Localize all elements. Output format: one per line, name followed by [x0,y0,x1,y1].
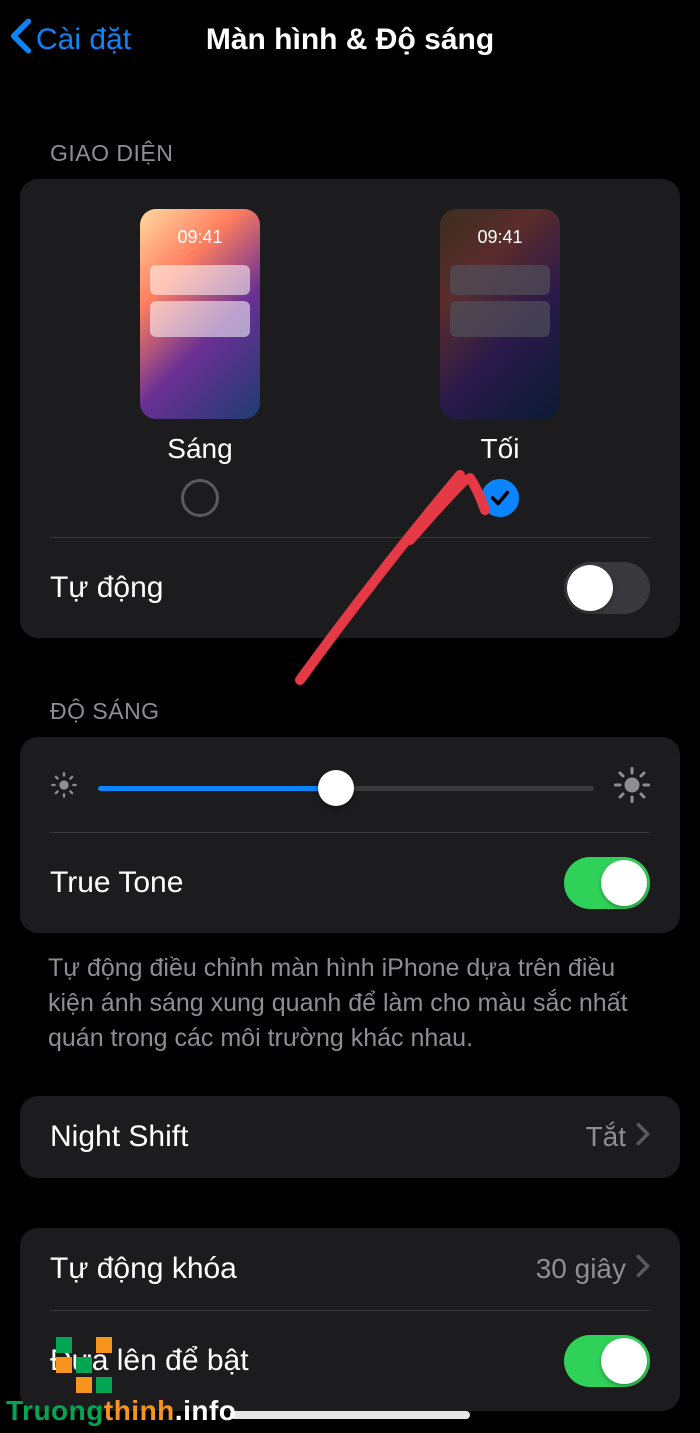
back-button[interactable]: Cài đặt [10,0,131,80]
brightness-slider[interactable] [98,770,594,806]
dark-option-label: Tối [481,433,520,465]
auto-lock-row[interactable]: Tự động khóa 30 giây [20,1228,680,1310]
preview-time: 09:41 [440,227,560,248]
night-shift-value: Tắt [586,1121,626,1153]
toggle-knob [567,565,613,611]
auto-lock-label: Tự động khóa [50,1252,237,1286]
preview-time: 09:41 [140,227,260,248]
notification-placeholder [450,301,550,337]
watermark: Truongthinh.info [6,1337,236,1427]
dark-preview: 09:41 [440,209,560,419]
true-tone-row: True Tone [20,833,680,933]
slider-fill [98,786,336,791]
auto-lock-value: 30 giây [536,1253,626,1285]
notification-placeholder [450,265,550,295]
notification-placeholder [150,301,250,337]
toggle-knob [601,1338,647,1384]
toggle-knob [601,860,647,906]
home-indicator [230,1411,470,1419]
nav-header: Cài đặt Màn hình & Độ sáng [0,0,700,80]
raise-to-wake-toggle[interactable] [564,1335,650,1387]
watermark-text: Truongthinh.info [6,1395,236,1427]
watermark-part1: Truong [6,1395,104,1426]
spacer [0,1178,700,1228]
back-label: Cài đặt [36,23,131,57]
automatic-toggle[interactable] [564,562,650,614]
chevron-right-icon [636,1121,650,1153]
dark-radio[interactable] [481,479,519,517]
light-preview: 09:41 [140,209,260,419]
light-radio[interactable] [181,479,219,517]
appearance-option-light[interactable]: 09:41 Sáng [100,209,300,517]
auto-lock-value-wrap: 30 giây [536,1253,650,1285]
sun-low-icon [50,771,78,804]
appearance-card: 09:41 Sáng 09:41 Tối Tự động [20,179,680,638]
chevron-left-icon [10,17,32,63]
watermark-part2: thinh [104,1395,175,1426]
true-tone-description: Tự động điều chỉnh màn hình iPhone dựa t… [0,933,700,1096]
sun-high-icon [614,767,650,808]
watermark-part3: .info [175,1395,237,1426]
brightness-slider-row [20,737,680,832]
slider-thumb[interactable] [318,770,354,806]
night-shift-row[interactable]: Night Shift Tắt [20,1096,680,1178]
true-tone-toggle[interactable] [564,857,650,909]
night-shift-card[interactable]: Night Shift Tắt [20,1096,680,1178]
automatic-label: Tự động [50,571,163,605]
automatic-row: Tự động [20,538,680,638]
night-shift-value-wrap: Tắt [586,1121,650,1153]
appearance-option-dark[interactable]: 09:41 Tối [400,209,600,517]
appearance-section-label: GIAO DIỆN [0,80,700,179]
night-shift-label: Night Shift [50,1120,188,1154]
light-option-label: Sáng [167,433,232,465]
appearance-options-row: 09:41 Sáng 09:41 Tối [20,179,680,537]
notification-placeholder [150,265,250,295]
watermark-logo [56,1337,112,1393]
brightness-section-label: ĐỘ SÁNG [0,638,700,737]
brightness-card: True Tone [20,737,680,933]
page-title: Màn hình & Độ sáng [206,23,494,57]
true-tone-label: True Tone [50,866,183,900]
chevron-right-icon [636,1253,650,1285]
